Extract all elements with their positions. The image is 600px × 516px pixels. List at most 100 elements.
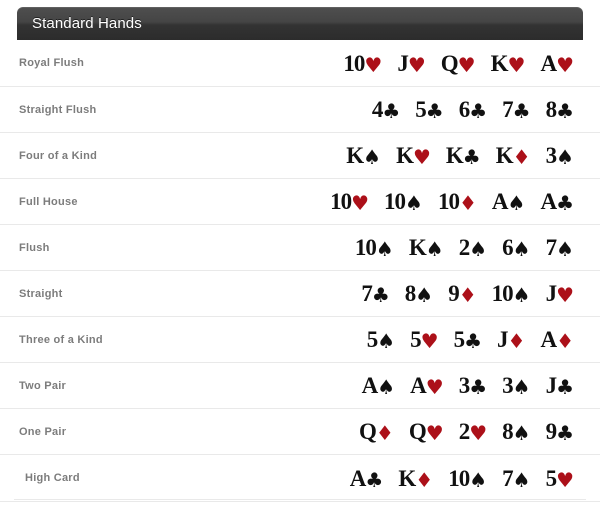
playing-card: 5 ♣ <box>454 328 482 351</box>
hand-cards: A ♠ A ♥ 3 ♣ 3 ♠ J ♣ <box>362 374 584 397</box>
playing-card: 10 ♥ <box>343 52 382 75</box>
playing-card: A ♥ <box>410 374 444 397</box>
card-rank: J <box>497 327 508 352</box>
card-suit-icon: ♠ <box>377 329 396 353</box>
panel-header: Standard Hands <box>17 7 583 40</box>
card-rank: J <box>545 281 557 306</box>
card-suit-icon: ♣ <box>556 99 574 123</box>
card-suit-icon: ♠ <box>469 237 488 261</box>
card-rank: 10 <box>384 189 406 214</box>
card-suit-icon: ♠ <box>425 237 444 261</box>
card-rank: A <box>491 189 509 214</box>
playing-card: 10 ♠ <box>448 467 487 490</box>
playing-card: 3 ♠ <box>502 374 530 397</box>
card-rank: 10 <box>330 189 352 214</box>
card-rank: 2 <box>458 235 470 260</box>
card-suit-icon: ♣ <box>464 329 482 353</box>
table-row: Flush 10 ♠ K ♠ 2 ♠ 6 ♠ 7 ♠ <box>0 224 600 270</box>
card-suit-icon: ♥ <box>412 145 431 169</box>
card-suit-icon: ♠ <box>512 237 531 261</box>
playing-card: 7 ♠ <box>546 236 574 259</box>
playing-card: 6 ♣ <box>459 98 487 121</box>
card-suit-icon: ♥ <box>556 467 574 492</box>
card-suit-icon: ♠ <box>363 145 382 169</box>
card-suit-icon: ♦ <box>512 145 531 169</box>
card-rank: 4 <box>371 97 383 122</box>
card-suit-icon: ♣ <box>556 375 574 399</box>
playing-card: 7 ♣ <box>361 282 389 305</box>
table-row: Two Pair A ♠ A ♥ 3 ♣ 3 ♠ J ♣ <box>0 362 600 408</box>
card-rank: A <box>361 373 379 398</box>
card-rank: A <box>349 465 367 491</box>
playing-card: K ♦ <box>496 144 531 167</box>
card-suit-icon: ♠ <box>512 375 531 399</box>
playing-card: 3 ♣ <box>459 374 487 397</box>
playing-card: K ♠ <box>346 144 381 167</box>
card-rank: 2 <box>458 419 470 444</box>
card-suit-icon: ♠ <box>405 191 423 215</box>
card-suit-icon: ♠ <box>512 421 531 445</box>
card-suit-icon: ♠ <box>556 237 574 261</box>
card-rank: K <box>445 143 464 168</box>
playing-card: 5 ♥ <box>546 467 574 490</box>
playing-card: J ♥ <box>546 282 574 305</box>
playing-card: 5 ♣ <box>415 98 443 121</box>
playing-card: K ♥ <box>491 52 526 75</box>
hand-name-label: Four of a Kind <box>19 149 98 162</box>
card-suit-icon: ♦ <box>458 283 477 307</box>
standard-hands-panel: Standard Hands Royal Flush 10 ♥ J ♥ Q ♥ K ♥ A ♥ Str… <box>0 0 600 516</box>
playing-card: 10 ♠ <box>492 282 531 305</box>
playing-card: 2 ♥ <box>459 420 487 443</box>
playing-card: 8 ♣ <box>546 98 574 121</box>
card-suit-icon: ♣ <box>365 467 384 492</box>
card-rank: 7 <box>545 235 557 260</box>
card-rank: 8 <box>545 97 557 122</box>
playing-card: 10 ♠ <box>384 190 423 213</box>
card-suit-icon: ♠ <box>375 237 394 261</box>
card-rank: A <box>410 373 427 398</box>
card-suit-icon: ♥ <box>420 329 439 353</box>
playing-card: 5 ♠ <box>367 328 395 351</box>
table-row: Royal Flush 10 ♥ J ♥ Q ♥ K ♥ A ♥ <box>0 40 600 86</box>
card-rank: A <box>540 327 557 352</box>
playing-card: 3 ♠ <box>546 144 574 167</box>
card-rank: J <box>397 50 408 76</box>
playing-card: 10 ♦ <box>438 190 477 213</box>
hand-name-label: Full House <box>19 195 78 208</box>
playing-card: Q ♥ <box>409 420 444 443</box>
card-suit-icon: ♣ <box>371 283 390 307</box>
card-rank: 9 <box>545 419 557 444</box>
playing-card: 9 ♣ <box>546 420 574 443</box>
playing-card: J ♥ <box>397 52 425 75</box>
card-suit-icon: ♦ <box>556 329 574 353</box>
hand-cards: 10 ♥ J ♥ Q ♥ K ♥ A ♥ <box>343 52 584 75</box>
hand-cards: 10 ♠ K ♠ 2 ♠ 6 ♠ 7 ♠ <box>355 236 584 259</box>
card-rank: 5 <box>545 465 557 491</box>
playing-card: 8 ♠ <box>502 420 530 443</box>
card-suit-icon: ♣ <box>469 375 488 399</box>
playing-card: 10 ♥ <box>330 190 369 213</box>
card-suit-icon: ♠ <box>556 145 574 169</box>
card-rank: 8 <box>502 419 513 444</box>
card-rank: 5 <box>453 327 465 352</box>
card-suit-icon: ♠ <box>507 191 526 215</box>
card-suit-icon: ♣ <box>469 99 488 123</box>
table-row: Four of a Kind K ♠ K ♥ K ♣ K ♦ 3 ♠ <box>0 132 600 178</box>
card-rank: 10 <box>343 50 365 76</box>
playing-card: K ♦ <box>398 467 433 490</box>
card-suit-icon: ♣ <box>382 99 401 123</box>
card-rank: Q <box>440 50 459 76</box>
hand-cards: Q ♦ Q ♥ 2 ♥ 8 ♠ 9 ♣ <box>359 420 584 443</box>
playing-card: 7 ♠ <box>502 467 530 490</box>
hand-cards: A ♣ K ♦ 10 ♠ 7 ♠ 5 ♥ <box>350 467 584 490</box>
playing-card: Q ♥ <box>441 52 476 75</box>
table-row: Straight 7 ♣ 8 ♠ 9 ♦ 10 ♠ J ♥ <box>0 270 600 316</box>
card-rank: A <box>540 50 557 76</box>
playing-card: Q ♦ <box>359 420 394 443</box>
playing-card: K ♥ <box>396 144 431 167</box>
card-suit-icon: ♥ <box>425 421 444 445</box>
hand-name-label: High Card <box>25 472 80 484</box>
table-row: High Card A ♣ K ♦ 10 ♠ 7 ♠ 5 ♥ <box>0 454 600 502</box>
card-suit-icon: ♣ <box>556 421 574 445</box>
card-rank: 7 <box>502 465 513 491</box>
